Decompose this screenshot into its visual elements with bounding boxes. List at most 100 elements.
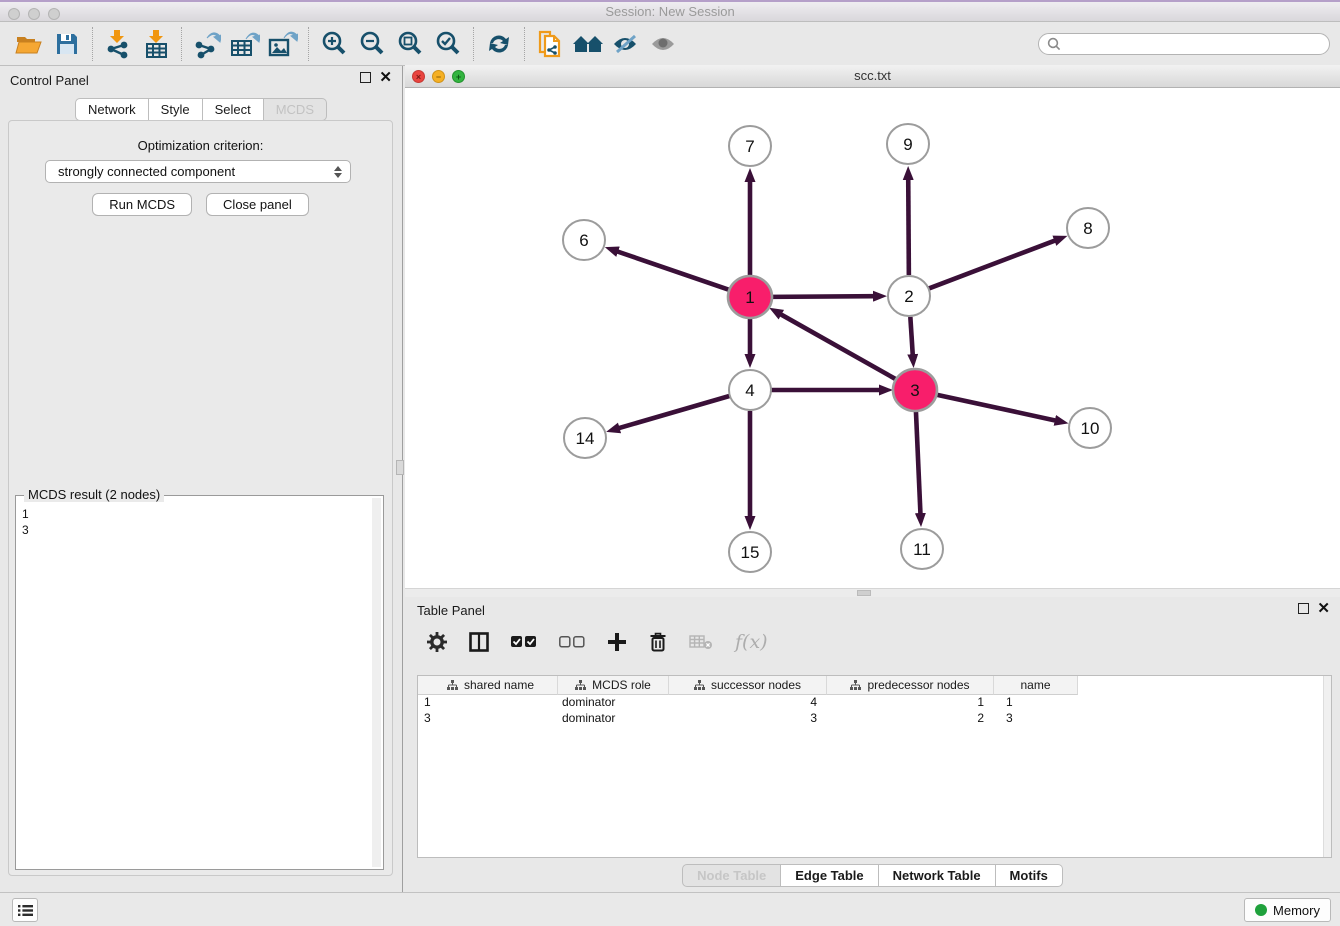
result-scrollbar[interactable]	[372, 498, 381, 867]
graph-edge-2-8[interactable]	[929, 240, 1056, 288]
graph-edge-2-3[interactable]	[910, 317, 912, 355]
close-panel-icon[interactable]: ✕	[379, 72, 392, 83]
close-table-panel-icon[interactable]: ✕	[1317, 603, 1330, 614]
tab-motifs[interactable]: Motifs	[996, 864, 1063, 887]
import-table-icon[interactable]	[137, 26, 175, 62]
tab-mcds[interactable]: MCDS	[264, 98, 327, 121]
run-mcds-button[interactable]: Run MCDS	[92, 193, 192, 216]
network-minimize-icon[interactable]: −	[432, 70, 445, 83]
network-maximize-icon[interactable]: +	[452, 70, 465, 83]
graph-node-9[interactable]: 9	[887, 124, 929, 164]
toolbar-separator	[181, 27, 182, 61]
table-settings-gear-icon[interactable]	[427, 632, 447, 652]
graph-node-6[interactable]: 6	[563, 220, 605, 260]
zoom-fit-icon[interactable]	[391, 26, 429, 62]
open-session-icon[interactable]	[10, 26, 48, 62]
network-window-titlebar[interactable]: × − + scc.txt	[405, 65, 1340, 88]
graph-edge-2-9[interactable]	[908, 179, 909, 275]
close-panel-button[interactable]: Close panel	[206, 193, 309, 216]
graph-node-14[interactable]: 14	[564, 418, 606, 458]
column-header-name[interactable]: name	[994, 676, 1078, 695]
export-network-icon[interactable]	[188, 26, 226, 62]
criterion-dropdown[interactable]: strongly connected component	[45, 160, 351, 183]
status-bar: Memory	[0, 892, 1340, 926]
window-zoom-icon[interactable]	[48, 8, 60, 20]
graph-node-3[interactable]: 3	[893, 369, 937, 411]
tab-network-table[interactable]: Network Table	[879, 864, 996, 887]
window-close-icon[interactable]	[8, 8, 20, 20]
application-window: Session: New Session	[0, 0, 1340, 926]
save-session-icon[interactable]	[48, 26, 86, 62]
refresh-icon[interactable]	[480, 26, 518, 62]
search-input[interactable]	[1067, 37, 1321, 51]
create-column-plus-icon[interactable]	[607, 632, 627, 652]
column-type-icon	[850, 680, 861, 690]
graph-edge-4-14[interactable]	[619, 396, 730, 428]
column-type-icon	[694, 680, 705, 690]
graph-node-8[interactable]: 8	[1067, 208, 1109, 248]
duplicate-view-icon[interactable]	[531, 26, 569, 62]
graph-node-10[interactable]: 10	[1069, 408, 1111, 448]
main-toolbar	[0, 22, 1340, 66]
window-title: Session: New Session	[0, 2, 1340, 22]
network-canvas[interactable]: 7 9 6 8 1 2 4 3 14 10 15 11	[405, 88, 1340, 588]
memory-label: Memory	[1273, 903, 1320, 918]
zoom-out-icon[interactable]	[353, 26, 391, 62]
mcds-result-item: 3	[22, 522, 367, 538]
tab-network[interactable]: Network	[75, 98, 149, 121]
zoom-selected-icon[interactable]	[429, 26, 467, 62]
tab-edge-table[interactable]: Edge Table	[781, 864, 878, 887]
graph-edge-3-10[interactable]	[936, 394, 1056, 420]
splitter-grip[interactable]	[396, 460, 404, 475]
deselect-all-checkboxes-icon[interactable]	[559, 636, 585, 648]
memory-button[interactable]: Memory	[1244, 898, 1331, 922]
graph-edge-1-2[interactable]	[771, 296, 874, 297]
mcds-result-list[interactable]: 13	[18, 498, 371, 867]
graph-node-4[interactable]: 4	[729, 370, 771, 410]
task-history-button[interactable]	[12, 898, 38, 922]
svg-text:6: 6	[579, 231, 588, 250]
graph-edge-3-1[interactable]	[780, 314, 896, 380]
show-columns-icon[interactable]	[469, 632, 489, 652]
network-window: × − + scc.txt 7 9 6 8 1 2 4 3 14 10 15 11	[405, 65, 1340, 597]
network-graph[interactable]: 7 9 6 8 1 2 4 3 14 10 15 11	[405, 88, 1338, 588]
import-network-icon[interactable]	[99, 26, 137, 62]
column-header-predecessor-nodes[interactable]: predecessor nodes	[827, 676, 994, 695]
export-table-icon[interactable]	[226, 26, 264, 62]
search-field[interactable]	[1038, 33, 1330, 55]
network-close-icon[interactable]: ×	[412, 70, 425, 83]
graph-edge-3-11[interactable]	[916, 411, 921, 514]
tab-select[interactable]: Select	[203, 98, 264, 121]
network-hscrollbar[interactable]	[405, 588, 1340, 597]
table-scrollbar[interactable]	[1323, 676, 1331, 857]
graph-node-11[interactable]: 11	[901, 529, 943, 569]
export-image-icon[interactable]	[264, 26, 302, 62]
function-builder-icon: f(x)	[735, 631, 768, 653]
table-row[interactable]: 3dominator323	[418, 711, 1331, 727]
tab-style[interactable]: Style	[149, 98, 203, 121]
graph-node-7[interactable]: 7	[729, 126, 771, 166]
graph-node-2[interactable]: 2	[888, 276, 930, 316]
table-row[interactable]: 1dominator411	[418, 695, 1331, 711]
float-table-panel-icon[interactable]	[1298, 603, 1309, 614]
select-all-checkboxes-icon[interactable]	[511, 636, 537, 648]
float-panel-icon[interactable]	[360, 72, 371, 83]
graph-node-1[interactable]: 1	[728, 276, 772, 318]
svg-text:1: 1	[745, 288, 754, 307]
network-title: scc.txt	[854, 68, 891, 83]
column-header-successor-nodes[interactable]: successor nodes	[669, 676, 827, 695]
list-icon	[18, 904, 33, 917]
hide-eye-icon[interactable]	[607, 26, 645, 62]
criterion-value: strongly connected component	[58, 164, 235, 179]
svg-text:2: 2	[904, 287, 913, 306]
graph-edge-1-6[interactable]	[617, 251, 730, 290]
graph-node-15[interactable]: 15	[729, 532, 771, 572]
delete-column-trash-icon[interactable]	[649, 632, 667, 652]
window-minimize-icon[interactable]	[28, 8, 40, 20]
show-eye-icon[interactable]	[645, 26, 683, 62]
zoom-in-icon[interactable]	[315, 26, 353, 62]
tab-node-table[interactable]: Node Table	[682, 864, 781, 887]
home-icon[interactable]	[569, 26, 607, 62]
column-header-shared-name[interactable]: shared name	[418, 676, 558, 695]
column-header-mcds-role[interactable]: MCDS role	[558, 676, 669, 695]
